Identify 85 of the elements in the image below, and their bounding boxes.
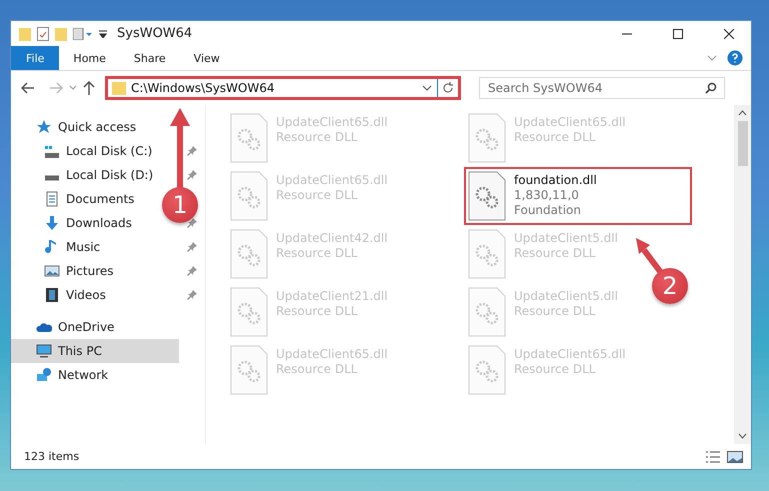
back-arrow-icon[interactable] — [21, 82, 35, 94]
sidebar-item[interactable]: Local Disk (D:) — [11, 163, 160, 187]
search-field[interactable]: Search SysWOW64 — [479, 77, 725, 99]
settings-file-icon — [468, 345, 506, 395]
folder-icon — [112, 81, 126, 95]
details-view-icon[interactable] — [705, 450, 721, 464]
properties-icon[interactable] — [37, 26, 49, 40]
sidebar-item[interactable]: Videos — [11, 283, 112, 307]
download-arrow-icon — [44, 215, 60, 231]
folder-icon — [19, 26, 31, 40]
sidebar-item[interactable]: Pictures — [11, 259, 120, 283]
file-name: UpdateClient21.dll — [276, 289, 388, 303]
sidebar-item[interactable]: Downloads — [11, 211, 138, 235]
file-detail: Resource DLL — [276, 188, 358, 202]
file-name: UpdateClient65.dll — [276, 347, 388, 361]
scroll-down-icon[interactable] — [738, 432, 747, 440]
file-detail: Resource DLL — [276, 246, 358, 260]
sidebar-item[interactable]: Local Disk (C:) — [11, 139, 158, 163]
monitor-icon — [36, 343, 52, 359]
drive-icon — [44, 144, 60, 158]
settings-file-icon — [230, 287, 268, 337]
file-name: UpdateClient65.dll — [514, 115, 626, 129]
sidebar-item[interactable]: Network — [11, 363, 114, 387]
file-detail: Resource DLL — [514, 246, 596, 260]
sidebar-item[interactable]: Documents — [11, 187, 140, 211]
search-icon — [705, 82, 717, 94]
sidebar-item[interactable]: This PC — [11, 339, 179, 363]
ribbon-tab[interactable]: Share — [120, 46, 180, 70]
minimize-icon — [622, 32, 632, 34]
customize-caret-icon[interactable] — [99, 30, 107, 38]
file-detail: Resource DLL — [514, 362, 596, 376]
large-icons-view-icon[interactable] — [727, 450, 743, 464]
file-item[interactable]: foundation.dll 1,830,11,0 Foundation — [464, 167, 692, 225]
file-name: UpdateClient65.dll — [514, 347, 626, 361]
file-detail: Resource DLL — [276, 304, 358, 318]
settings-file-icon — [230, 229, 268, 279]
settings-file-icon — [230, 113, 268, 163]
file-name: UpdateClient5.dll — [514, 231, 618, 245]
file-name: UpdateClient65.dll — [276, 115, 388, 129]
sidebar-item[interactable]: OneDrive — [11, 315, 120, 339]
file-detail: Resource DLL — [276, 362, 358, 376]
view-dropdown-icon[interactable] — [73, 28, 93, 40]
settings-file-icon — [468, 113, 506, 163]
file-detail: 1,830,11,0 — [514, 188, 580, 202]
star-icon — [36, 119, 52, 135]
settings-file-icon — [468, 229, 506, 279]
file-name: UpdateClient5.dll — [514, 289, 618, 303]
item-count: 123 items — [24, 450, 80, 463]
recent-caret-icon[interactable] — [69, 85, 77, 91]
dropdown-caret-icon[interactable] — [422, 84, 432, 92]
close-icon — [724, 28, 734, 38]
ribbon-tab[interactable]: View — [180, 46, 234, 70]
file-detail: Foundation — [514, 203, 582, 217]
network-icon — [36, 367, 52, 383]
pin-icon — [187, 290, 197, 300]
file-menu-button[interactable]: File — [11, 46, 60, 70]
address-bar[interactable]: C:\Windows\SysWOW64 — [105, 76, 461, 100]
up-arrow-icon[interactable] — [83, 81, 95, 95]
pin-icon — [187, 242, 197, 252]
settings-file-icon — [230, 345, 268, 395]
pin-icon — [187, 170, 197, 180]
scroll-up-icon[interactable] — [738, 109, 747, 117]
document-icon — [44, 191, 60, 207]
scrollbar-thumb[interactable] — [738, 121, 748, 166]
pin-icon — [187, 266, 197, 276]
sidebar-item[interactable]: Quick access — [11, 115, 142, 139]
maximize-icon — [672, 28, 682, 38]
file-name: foundation.dll — [514, 173, 597, 187]
film-icon — [44, 287, 60, 303]
settings-file-icon — [230, 171, 268, 221]
ribbon-tab[interactable]: Home — [59, 46, 120, 70]
window-title: SysWOW64 — [117, 26, 194, 41]
drive-icon — [44, 175, 60, 181]
file-detail: Resource DLL — [514, 304, 596, 318]
pin-icon — [187, 146, 197, 156]
pin-icon — [187, 218, 197, 228]
file-name: UpdateClient42.dll — [276, 231, 388, 245]
picture-icon — [44, 263, 60, 279]
file-detail: Resource DLL — [276, 130, 358, 144]
sidebar-item[interactable]: Music — [11, 235, 106, 259]
address-path: C:\Windows\SysWOW64 — [131, 81, 276, 95]
settings-file-icon — [468, 287, 506, 337]
file-name: UpdateClient65.dll — [276, 173, 388, 187]
file-detail: Resource DLL — [514, 130, 596, 144]
settings-file-icon — [468, 171, 506, 221]
